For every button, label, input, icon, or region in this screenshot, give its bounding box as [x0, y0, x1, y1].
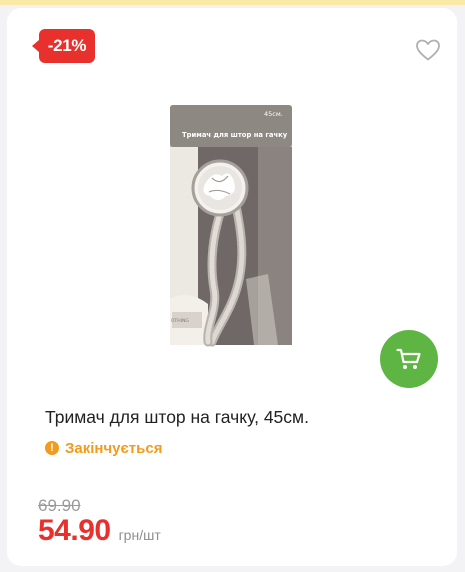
old-price: 69.90	[38, 496, 81, 515]
product-card[interactable]: -21% 45см. Тримач для штор на гачку OTHI…	[7, 8, 457, 566]
add-to-cart-button[interactable]	[380, 330, 438, 388]
exclamation-circle-icon: !	[45, 441, 59, 455]
price-row: 54.90 грн/шт	[38, 514, 161, 548]
top-strip	[0, 0, 465, 5]
heart-outline-icon[interactable]	[415, 38, 441, 62]
product-image[interactable]: 45см. Тримач для штор на гачку OTHING	[168, 104, 296, 348]
current-price: 54.90	[38, 514, 111, 547]
package-heading: Тримач для штор на гачку	[182, 131, 288, 139]
product-title[interactable]: Тримач для штор на гачку, 45см.	[45, 407, 309, 428]
price-unit: грн/шт	[118, 527, 161, 543]
stock-status-text: Закінчується	[65, 439, 163, 457]
discount-badge: -21%	[32, 29, 95, 63]
package-brand-fragment: OTHING	[171, 318, 189, 324]
shopping-cart-icon	[396, 348, 421, 369]
package-size-label: 45см.	[264, 110, 283, 118]
stock-status: ! Закінчується	[45, 438, 162, 458]
